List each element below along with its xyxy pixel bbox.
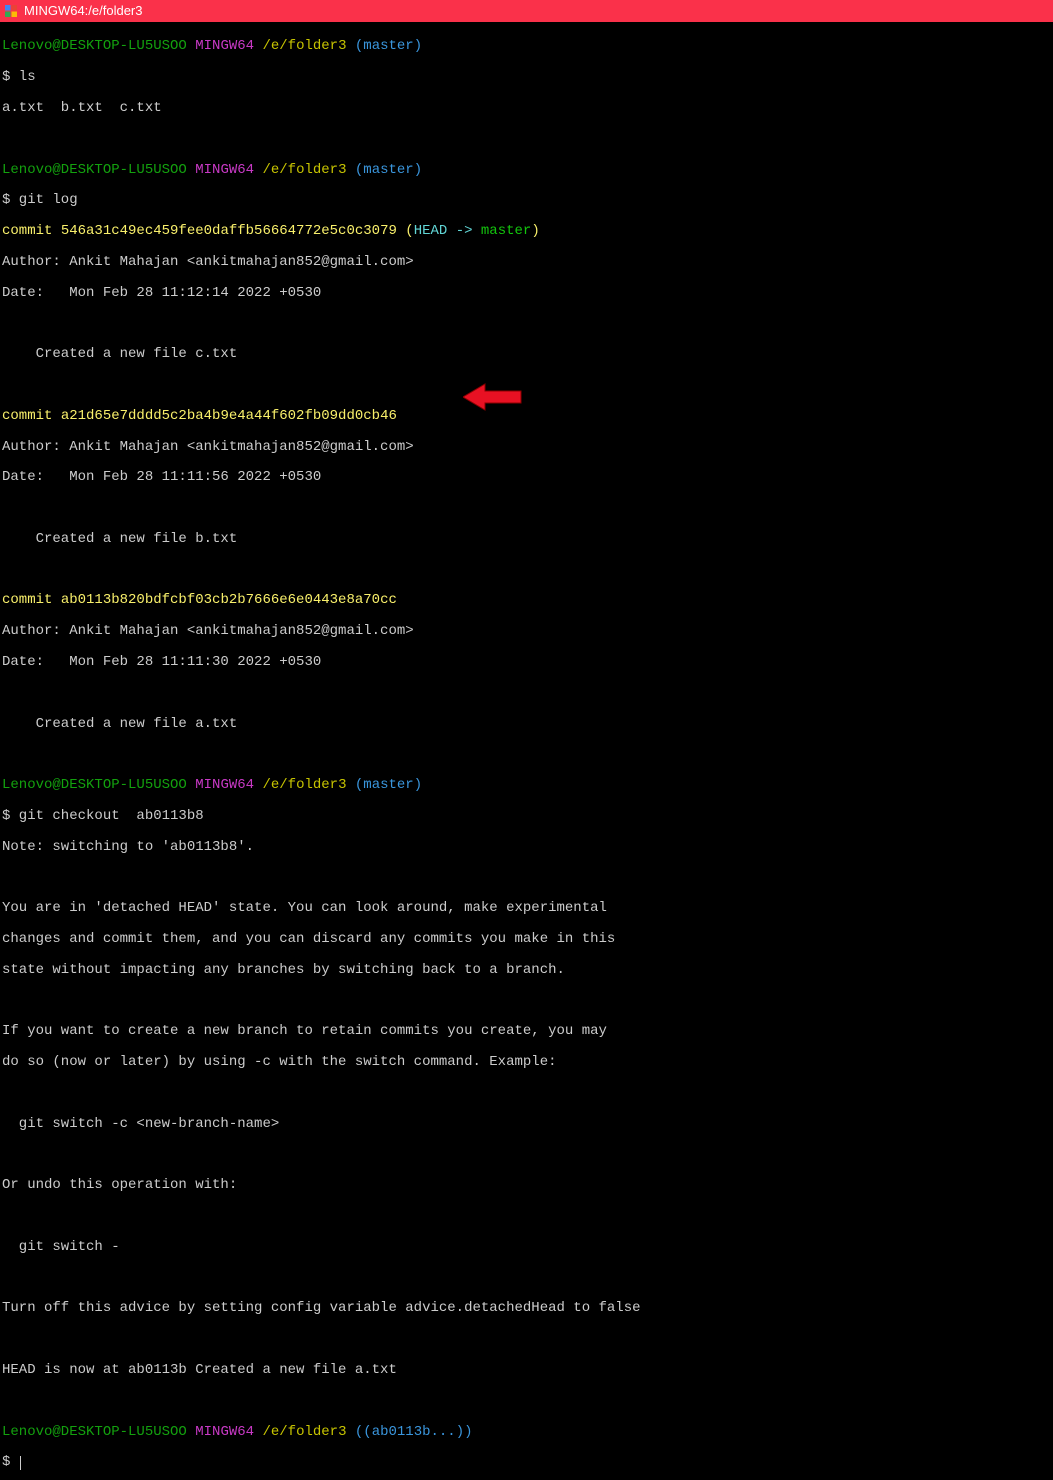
- detached-text: Or undo this operation with:: [2, 1178, 1051, 1193]
- prompt-branch: (master): [355, 38, 422, 54]
- commit-hash: 546a31c49ec459fee0daffb56664772e5c0c3079: [61, 223, 397, 239]
- commit-hash: a21d65e7dddd5c2ba4b9e4a44f602fb09dd0cb46: [61, 408, 397, 424]
- prompt-shell: MINGW64: [195, 1424, 254, 1440]
- detached-text: If you want to create a new branch to re…: [2, 1024, 1051, 1039]
- prompt-userhost: Lenovo@DESKTOP-LU5USOO: [2, 777, 187, 793]
- command-line: $ ls: [2, 70, 1051, 85]
- command-line[interactable]: $: [2, 1455, 1051, 1470]
- detached-text: changes and commit them, and you can dis…: [2, 932, 1051, 947]
- prompt-userhost: Lenovo@DESKTOP-LU5USOO: [2, 1424, 187, 1440]
- commit-message: Created a new file a.txt: [2, 717, 1051, 732]
- blank-line: [2, 563, 1051, 578]
- paren: ): [531, 223, 539, 239]
- commit-author: Author: Ankit Mahajan <ankitmahajan852@g…: [2, 440, 1051, 455]
- blank-line: [2, 1271, 1051, 1286]
- prompt-path: /e/folder3: [262, 162, 346, 178]
- prompt-branch: (master): [355, 777, 422, 793]
- prompt-line: Lenovo@DESKTOP-LU5USOO MINGW64 /e/folder…: [2, 39, 1051, 54]
- window-title: MINGW64:/e/folder3: [24, 4, 143, 18]
- prompt-userhost: Lenovo@DESKTOP-LU5USOO: [2, 162, 187, 178]
- commit-label: commit: [2, 408, 61, 424]
- command-line: $ git log: [2, 193, 1051, 208]
- commit-date: Date: Mon Feb 28 11:11:30 2022 +0530: [2, 655, 1051, 670]
- commit-line: commit ab0113b820bdfcbf03cb2b7666e6e0443…: [2, 593, 1051, 608]
- blank-line: [2, 686, 1051, 701]
- commit-hash: ab0113b820bdfcbf03cb2b7666e6e0443e8a70cc: [61, 592, 397, 608]
- detached-text: git switch -c <new-branch-name>: [2, 1117, 1051, 1132]
- commit-line: commit 546a31c49ec459fee0daffb56664772e5…: [2, 224, 1051, 239]
- prompt-line: Lenovo@DESKTOP-LU5USOO MINGW64 /e/folder…: [2, 778, 1051, 793]
- branch-name: master: [481, 223, 531, 239]
- blank-line: [2, 1394, 1051, 1409]
- prompt-line: Lenovo@DESKTOP-LU5USOO MINGW64 /e/folder…: [2, 163, 1051, 178]
- blank-line: [2, 501, 1051, 516]
- app-icon: [4, 4, 18, 18]
- blank-line: [2, 1332, 1051, 1347]
- prompt-userhost: Lenovo@DESKTOP-LU5USOO: [2, 38, 187, 54]
- detached-text: Turn off this advice by setting config v…: [2, 1301, 1051, 1316]
- blank-line: [2, 1148, 1051, 1163]
- cursor-icon: [20, 1456, 21, 1470]
- head-pointer: HEAD ->: [414, 223, 481, 239]
- prompt-line: Lenovo@DESKTOP-LU5USOO MINGW64 /e/folder…: [2, 1425, 1051, 1440]
- blank-line: [2, 994, 1051, 1009]
- blank-line: [2, 316, 1051, 331]
- window-titlebar: MINGW64:/e/folder3: [0, 0, 1053, 22]
- detached-text: state without impacting any branches by …: [2, 963, 1051, 978]
- commit-message: Created a new file b.txt: [2, 532, 1051, 547]
- terminal-output[interactable]: Lenovo@DESKTOP-LU5USOO MINGW64 /e/folder…: [0, 22, 1053, 1480]
- paren: (: [397, 223, 414, 239]
- detached-text: git switch -: [2, 1240, 1051, 1255]
- note-line: Note: switching to 'ab0113b8'.: [2, 840, 1051, 855]
- blank-line: [2, 1086, 1051, 1101]
- prompt-path: /e/folder3: [262, 1424, 346, 1440]
- commit-message: Created a new file c.txt: [2, 347, 1051, 362]
- commit-author: Author: Ankit Mahajan <ankitmahajan852@g…: [2, 624, 1051, 639]
- prompt-shell: MINGW64: [195, 777, 254, 793]
- prompt-path: /e/folder3: [262, 38, 346, 54]
- head-now-line: HEAD is now at ab0113b Created a new fil…: [2, 1363, 1051, 1378]
- blank-line: [2, 870, 1051, 885]
- commit-author: Author: Ankit Mahajan <ankitmahajan852@g…: [2, 255, 1051, 270]
- prompt-branch: ((ab0113b...)): [355, 1424, 473, 1440]
- detached-text: do so (now or later) by using -c with th…: [2, 1055, 1051, 1070]
- commit-line: commit a21d65e7dddd5c2ba4b9e4a44f602fb09…: [2, 409, 1051, 424]
- command-line: $ git checkout ab0113b8: [2, 809, 1051, 824]
- commit-label: commit: [2, 592, 61, 608]
- prompt-path: /e/folder3: [262, 777, 346, 793]
- ls-output: a.txt b.txt c.txt: [2, 101, 1051, 116]
- prompt-shell: MINGW64: [195, 162, 254, 178]
- blank-line: [2, 132, 1051, 147]
- blank-line: [2, 378, 1051, 393]
- blank-line: [2, 747, 1051, 762]
- prompt-shell: MINGW64: [195, 38, 254, 54]
- blank-line: [2, 1209, 1051, 1224]
- commit-date: Date: Mon Feb 28 11:11:56 2022 +0530: [2, 470, 1051, 485]
- commit-date: Date: Mon Feb 28 11:12:14 2022 +0530: [2, 286, 1051, 301]
- detached-text: You are in 'detached HEAD' state. You ca…: [2, 901, 1051, 916]
- commit-label: commit: [2, 223, 61, 239]
- prompt-branch: (master): [355, 162, 422, 178]
